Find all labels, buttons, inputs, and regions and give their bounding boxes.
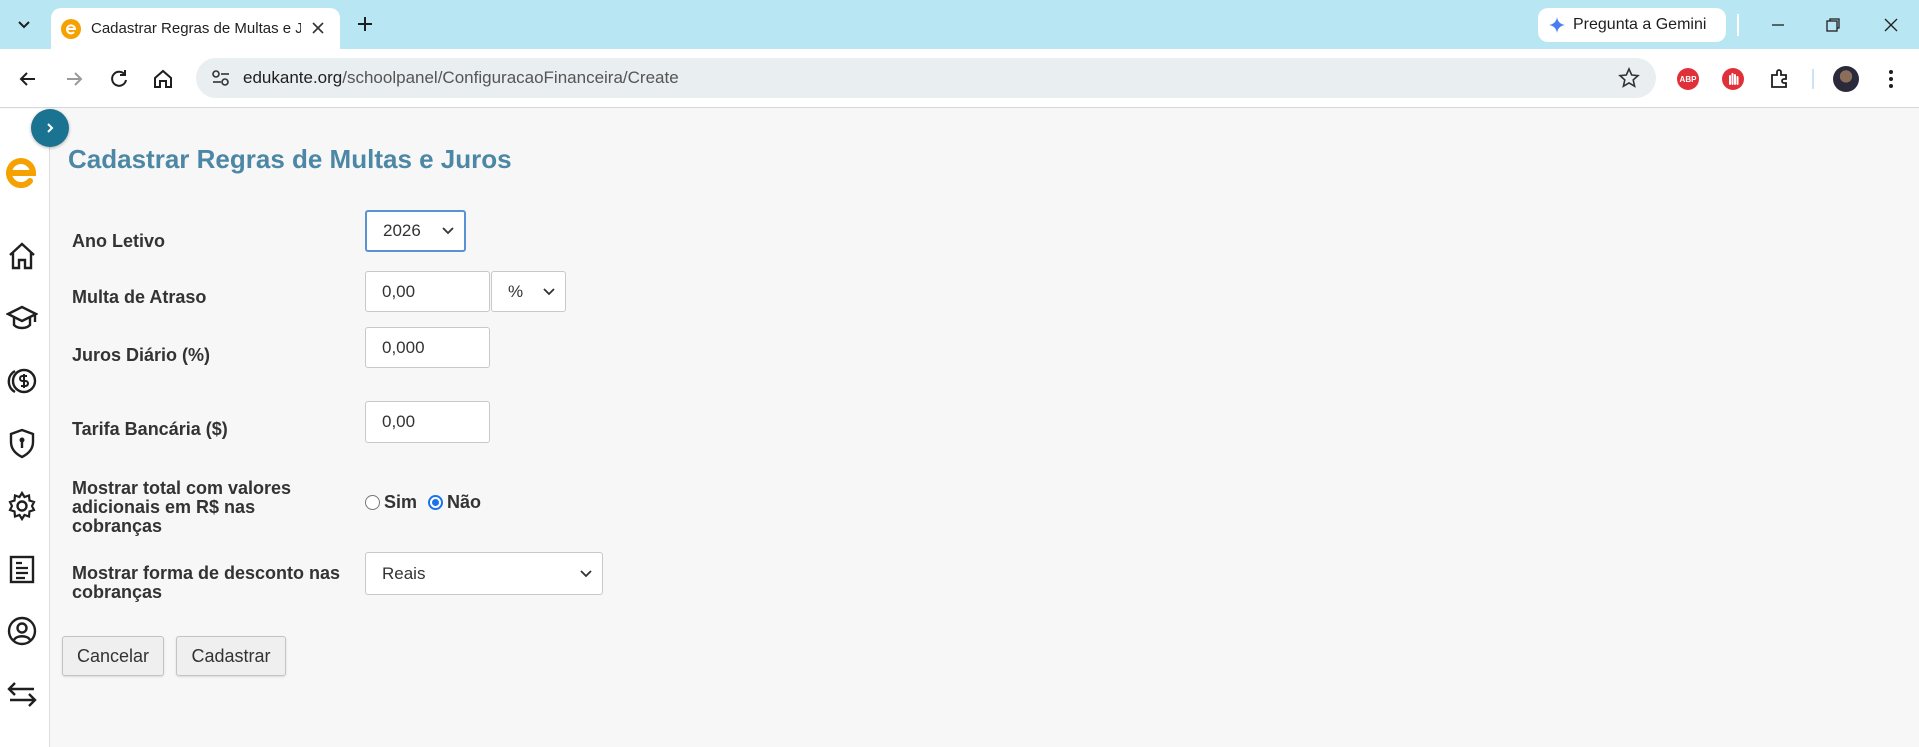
juros-diario-input[interactable]: 0,000 bbox=[365, 327, 490, 368]
main-content: Cadastrar Regras de Multas e Juros Ano L… bbox=[51, 109, 1919, 747]
radio-sim-label[interactable]: Sim bbox=[384, 492, 417, 513]
mostrar-desconto-value: Reais bbox=[382, 563, 426, 583]
sidebar-expand-button[interactable] bbox=[31, 109, 69, 147]
minimize-icon[interactable] bbox=[1766, 13, 1790, 37]
gemini-spark-icon bbox=[1549, 17, 1565, 33]
ano-letivo-label: Ano Letivo bbox=[72, 231, 165, 251]
multa-unit-value: % bbox=[508, 281, 524, 301]
tarifa-bancaria-input[interactable]: 0,00 bbox=[365, 401, 490, 443]
url-host: edukante.org bbox=[243, 68, 343, 87]
browser-tabstrip: Cadastrar Regras de Multas e Juros Pregu… bbox=[0, 0, 1919, 49]
url-text: edukante.org/schoolpanel/ConfiguracaoFin… bbox=[243, 68, 679, 88]
gear-icon[interactable] bbox=[6, 490, 38, 522]
new-tab-plus-icon[interactable] bbox=[353, 12, 377, 36]
toolbar-divider bbox=[1737, 14, 1739, 36]
forward-arrow-icon[interactable] bbox=[61, 66, 87, 92]
radio-nao[interactable] bbox=[428, 495, 444, 510]
url-path: /schoolpanel/ConfiguracaoFinanceira/Crea… bbox=[342, 68, 679, 87]
toolbar-divider bbox=[1812, 69, 1814, 89]
site-info-icon[interactable] bbox=[210, 68, 232, 88]
profile-avatar[interactable] bbox=[1833, 66, 1859, 92]
page-title: Cadastrar Regras de Multas e Juros bbox=[68, 144, 512, 174]
tab-title: Cadastrar Regras de Multas e Juros bbox=[91, 20, 301, 37]
user-icon[interactable] bbox=[6, 615, 38, 647]
gemini-label: Pregunta a Gemini bbox=[1573, 16, 1707, 33]
restore-icon[interactable] bbox=[1821, 13, 1845, 37]
juros-diario-label: Juros Diário (%) bbox=[72, 345, 211, 365]
chevron-down-icon bbox=[442, 227, 454, 235]
bookmark-star-icon[interactable] bbox=[1618, 67, 1640, 89]
browser-menu-kebab-icon[interactable] bbox=[1881, 66, 1901, 92]
multa-atraso-label: Multa de Atraso bbox=[72, 287, 207, 307]
chevron-down-icon bbox=[580, 569, 592, 577]
extensions-puzzle-icon[interactable] bbox=[1767, 66, 1793, 92]
transfer-arrows-icon[interactable] bbox=[6, 678, 38, 710]
shield-icon[interactable] bbox=[6, 427, 38, 459]
submit-button[interactable]: Cadastrar bbox=[176, 636, 286, 676]
edukante-favicon-icon bbox=[61, 18, 81, 39]
chevron-down-icon bbox=[543, 287, 555, 295]
radio-sim[interactable] bbox=[365, 495, 380, 510]
graduation-cap-icon[interactable] bbox=[6, 302, 38, 334]
mostrar-desconto-label: Mostrar forma de desconto nas cobranças bbox=[72, 563, 341, 602]
tarifa-bancaria-label: Tarifa Bancária ($) bbox=[72, 419, 228, 439]
stop-hand-extension-icon[interactable] bbox=[1722, 68, 1744, 90]
mostrar-total-radio-group: Sim Não bbox=[365, 492, 481, 513]
mostrar-total-label: Mostrar total com valores adicionais em … bbox=[72, 478, 292, 536]
radio-nao-label[interactable]: Não bbox=[447, 492, 481, 513]
multa-atraso-input[interactable]: 0,00 bbox=[365, 271, 490, 312]
browser-toolbar: edukante.org/schoolpanel/ConfiguracaoFin… bbox=[0, 49, 1919, 108]
close-window-icon[interactable] bbox=[1879, 13, 1903, 37]
tab-close-icon[interactable] bbox=[310, 20, 326, 36]
back-arrow-icon[interactable] bbox=[15, 66, 41, 92]
tab-search-chevron-icon[interactable] bbox=[10, 12, 38, 38]
ano-letivo-value: 2026 bbox=[383, 221, 421, 240]
home-icon[interactable] bbox=[6, 240, 38, 272]
ano-letivo-select[interactable]: 2026 bbox=[365, 210, 466, 252]
home-button-icon[interactable] bbox=[150, 66, 176, 92]
adblock-plus-icon[interactable]: ABP bbox=[1677, 68, 1699, 90]
multa-unit-select[interactable]: % bbox=[491, 271, 566, 312]
gemini-button[interactable]: Pregunta a Gemini bbox=[1538, 8, 1726, 42]
address-bar[interactable]: edukante.org/schoolpanel/ConfiguracaoFin… bbox=[196, 58, 1656, 98]
cancel-button[interactable]: Cancelar bbox=[62, 636, 164, 676]
browser-tab-active[interactable]: Cadastrar Regras de Multas e Juros bbox=[51, 8, 340, 49]
mostrar-desconto-select[interactable]: Reais bbox=[365, 552, 603, 595]
reload-icon[interactable] bbox=[106, 66, 132, 92]
app-sidebar bbox=[0, 109, 50, 747]
chevron-right-icon bbox=[47, 123, 54, 133]
document-icon[interactable] bbox=[6, 553, 38, 585]
edukante-logo-icon[interactable] bbox=[4, 155, 38, 189]
finance-coin-icon[interactable] bbox=[6, 365, 38, 397]
